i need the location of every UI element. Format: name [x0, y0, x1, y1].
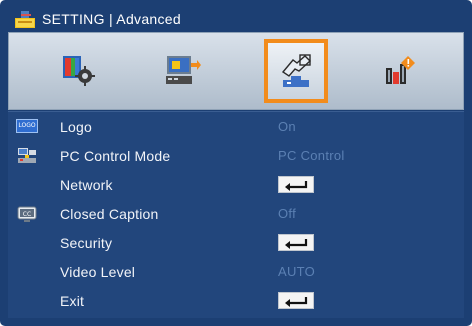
logo-icon: LOGO — [16, 119, 38, 133]
video-level-value[interactable]: AUTO — [278, 264, 315, 279]
menu-item-label: Logo — [60, 118, 92, 135]
tab-strip — [8, 32, 464, 110]
menu-item-label: Network — [60, 176, 113, 193]
menu-item-security[interactable]: Security — [8, 228, 464, 257]
display-settings-icon — [166, 56, 201, 84]
enter-key-button[interactable] — [278, 176, 314, 193]
menu-item-label: Video Level — [60, 263, 136, 280]
closed-caption-value[interactable]: Off — [278, 206, 296, 221]
menu-item-label: Security — [60, 234, 113, 251]
menu-item-exit[interactable]: Exit — [8, 286, 464, 315]
tab-image-settings[interactable] — [47, 39, 111, 103]
menu-item-pc-control-mode[interactable]: PC Control Mode PC Control — [8, 141, 464, 170]
menu-item-label: Closed Caption — [60, 205, 159, 222]
menu-item-label: PC Control Mode — [60, 147, 171, 164]
menu-item-label: Exit — [60, 292, 85, 309]
tab-display-settings[interactable] — [151, 39, 215, 103]
logo-value[interactable]: On — [278, 119, 296, 134]
setting-icon — [15, 11, 35, 28]
enter-arrow-icon — [285, 239, 308, 249]
pc-control-mode-value[interactable]: PC Control — [278, 148, 345, 163]
setup-hand-icon — [281, 54, 312, 87]
tab-options-settings[interactable] — [367, 39, 431, 103]
closed-caption-icon: CC — [17, 206, 37, 222]
window-title: SETTING | Advanced — [42, 11, 181, 27]
options-icon — [386, 56, 415, 84]
logo-badge-text: LOGO — [18, 122, 36, 129]
advanced-menu: LOGO Logo On PC Control Mode PC Control … — [8, 111, 464, 318]
menu-item-logo[interactable]: LOGO Logo On — [8, 112, 464, 141]
osd-window: SETTING | Advanced LOGO Logo On PC Contr… — [0, 0, 472, 326]
svg-text:CC: CC — [23, 211, 31, 218]
title-bar: SETTING | Advanced — [8, 6, 464, 32]
tab-setup-settings[interactable] — [264, 39, 328, 103]
menu-item-network[interactable]: Network — [8, 170, 464, 199]
menu-item-video-level[interactable]: Video Level AUTO — [8, 257, 464, 286]
enter-key-button[interactable] — [278, 234, 314, 251]
enter-arrow-icon — [285, 297, 308, 307]
enter-arrow-icon — [285, 181, 308, 191]
menu-item-closed-caption[interactable]: CC Closed Caption Off — [8, 199, 464, 228]
pc-control-icon — [18, 148, 36, 163]
image-settings-icon — [63, 56, 95, 86]
enter-key-button[interactable] — [278, 292, 314, 309]
